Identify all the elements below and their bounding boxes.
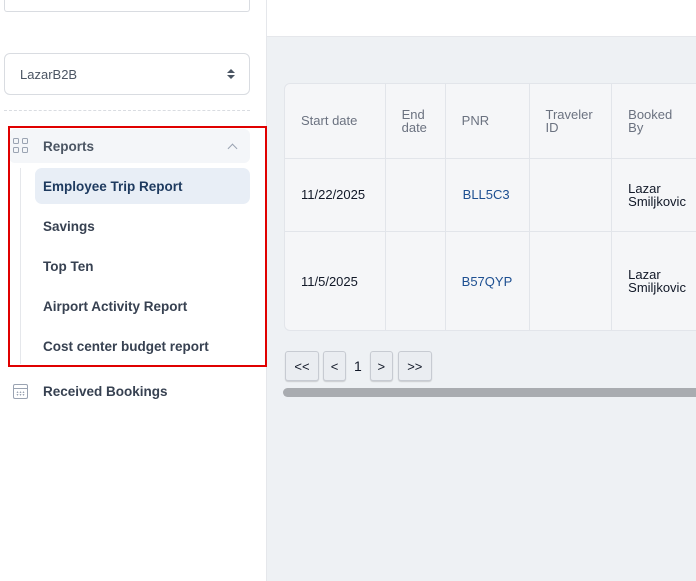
submenu-tree-line <box>20 168 21 364</box>
sidebar-divider <box>4 110 250 111</box>
column-header-pnr[interactable]: PNR <box>445 84 530 159</box>
top-bar <box>267 0 696 37</box>
submenu-item-top-ten[interactable]: Top Ten <box>35 248 250 284</box>
column-header-traveler-id[interactable]: Traveler ID <box>529 84 613 159</box>
cell-traveler-id <box>529 231 613 330</box>
sidebar-item-reports[interactable]: Reports <box>9 129 250 163</box>
first-page-button[interactable]: << <box>285 351 319 381</box>
prev-page-button[interactable]: < <box>323 351 346 381</box>
submenu-item-savings[interactable]: Savings <box>35 208 250 244</box>
grid-icon <box>13 138 29 154</box>
app-root: LazarB2B Reports Employee Trip Report Sa… <box>0 0 696 581</box>
bookings-table: Start date End date PNR Traveler ID Booked… <box>285 84 696 330</box>
submenu-item-employee-trip-report[interactable]: Employee Trip Report <box>35 168 250 204</box>
next-page-button[interactable]: > <box>369 351 393 381</box>
cell-traveler-id <box>529 158 613 232</box>
calendar-icon <box>13 383 28 399</box>
select-arrows-icon <box>227 69 235 79</box>
column-header-end-date[interactable]: End date <box>385 84 446 159</box>
submenu-item-label: Cost center budget report <box>43 338 209 354</box>
submenu-item-label: Top Ten <box>43 258 94 274</box>
submenu-item-cost-center-budget-report[interactable]: Cost center budget report <box>35 328 250 364</box>
current-page-number: 1 <box>354 358 362 374</box>
pagination: << < 1 > >> <box>285 351 432 381</box>
submenu-item-label: Employee Trip Report <box>43 178 183 194</box>
cell-end-date <box>385 231 446 330</box>
sidebar-item-received-bookings[interactable]: Received Bookings <box>9 376 250 406</box>
pnr-link[interactable]: B57QYP <box>445 231 530 330</box>
horizontal-scrollbar[interactable] <box>283 388 696 397</box>
sidebar-item-label: Received Bookings <box>43 383 168 399</box>
column-header-booked-by[interactable]: Booked By <box>611 84 696 159</box>
submenu-item-airport-activity-report[interactable]: Airport Activity Report <box>35 288 250 324</box>
last-page-button[interactable]: >> <box>397 351 432 381</box>
cell-booked-by: Lazar Smiljkovic <box>611 231 696 330</box>
cell-end-date <box>385 158 446 232</box>
submenu-item-label: Airport Activity Report <box>43 298 188 314</box>
cell-booked-by: Lazar Smiljkovic <box>611 158 696 232</box>
account-select-value: LazarB2B <box>20 66 78 82</box>
sidebar-search-input[interactable] <box>4 0 250 12</box>
table-row: 11/5/2025 B57QYP Lazar Smiljkovic <box>285 231 696 330</box>
cell-start-date: 11/22/2025 <box>285 158 386 232</box>
chevron-up-icon[interactable] <box>227 143 238 153</box>
submenu-item-label: Savings <box>43 218 95 234</box>
bookings-table-card: Start date End date PNR Traveler ID Booked… <box>284 83 696 331</box>
table-header-row: Start date End date PNR Traveler ID Booked… <box>285 84 696 159</box>
cell-start-date: 11/5/2025 <box>285 231 386 330</box>
sidebar: LazarB2B Reports Employee Trip Report Sa… <box>0 0 267 581</box>
table-row: 11/22/2025 BLL5C3 Lazar Smiljkovic <box>285 158 696 232</box>
account-select[interactable]: LazarB2B <box>4 53 250 95</box>
column-header-start-date[interactable]: Start date <box>285 84 386 159</box>
pnr-link[interactable]: BLL5C3 <box>445 158 530 232</box>
sidebar-item-label: Reports <box>43 138 95 154</box>
